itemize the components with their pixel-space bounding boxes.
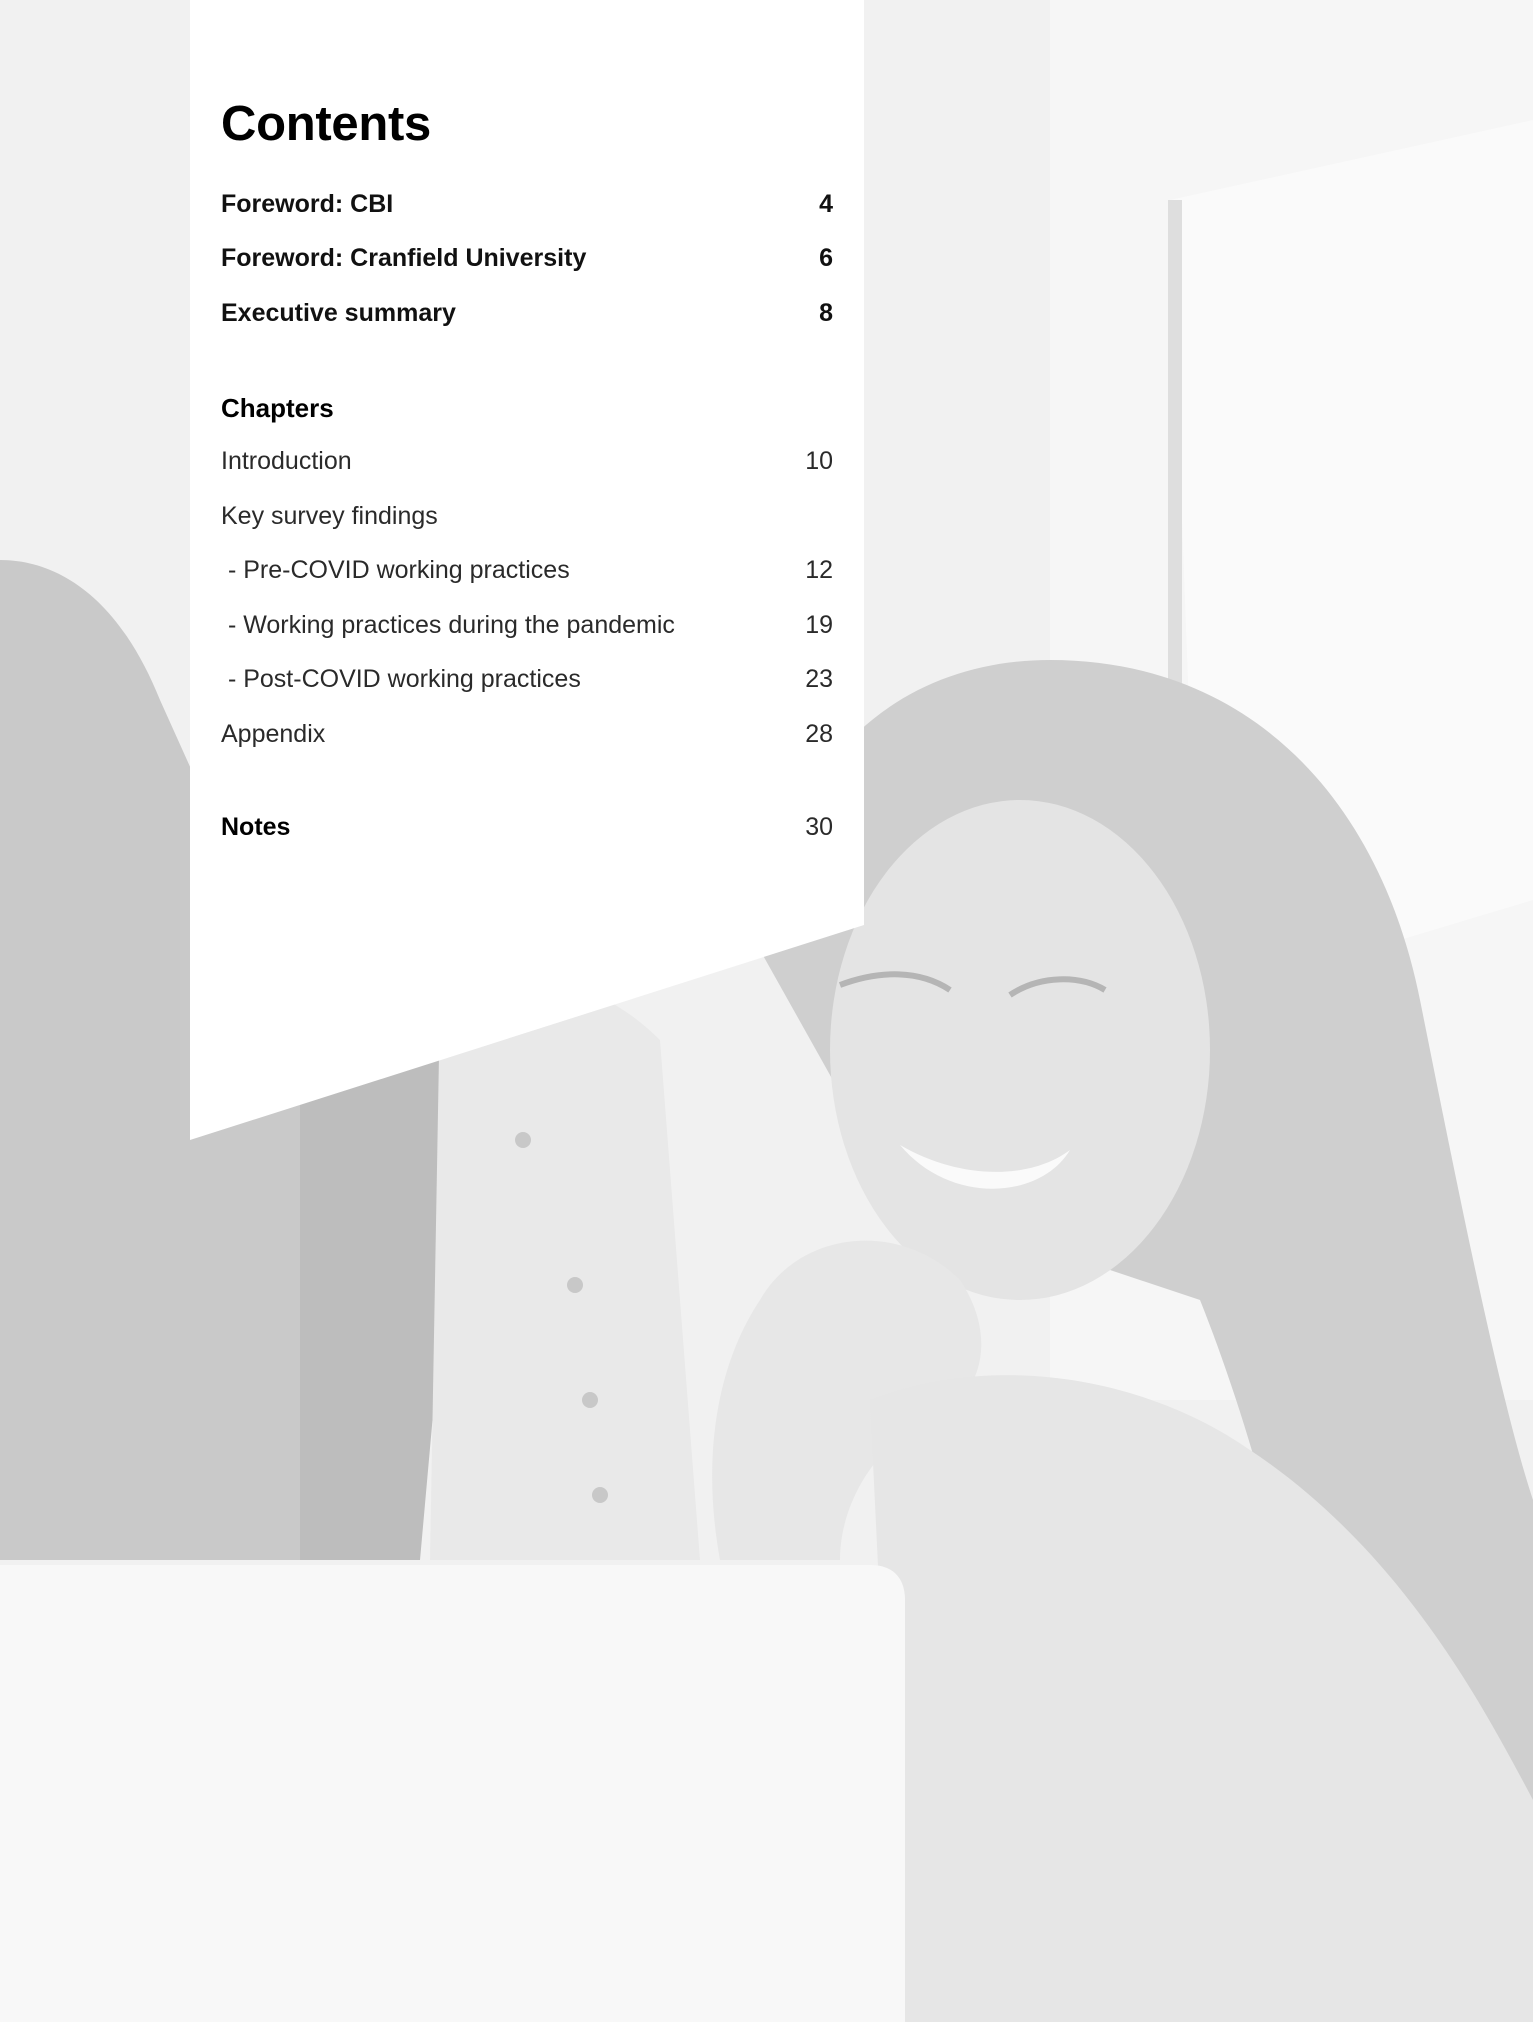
toc-entry-page: 10 bbox=[805, 447, 833, 475]
toc-entry-appendix[interactable]: Appendix 28 bbox=[221, 720, 833, 749]
toc-entry-page: 30 bbox=[805, 813, 833, 841]
toc-entry-notes[interactable]: Notes 30 bbox=[221, 813, 833, 842]
toc-entry-key-survey-findings[interactable]: Key survey findings bbox=[221, 502, 833, 531]
toc-entry-page: 23 bbox=[805, 665, 833, 693]
toc-entry-post-covid[interactable]: - Post-COVID working practices 23 bbox=[221, 665, 833, 694]
toc-entry-page: 12 bbox=[805, 556, 833, 584]
chapters-heading: Chapters bbox=[221, 393, 334, 423]
toc-entry-page: 4 bbox=[819, 190, 833, 218]
page-title: Contents bbox=[221, 97, 431, 151]
toc-entry-label: - Working practices during the pandemic bbox=[221, 611, 675, 639]
toc-entry-foreword-cranfield[interactable]: Foreword: Cranfield University 6 bbox=[221, 244, 833, 273]
toc-entry-label: Foreword: Cranfield University bbox=[221, 244, 587, 272]
toc-entry-page: 6 bbox=[819, 244, 833, 272]
toc-entry-page: 28 bbox=[805, 720, 833, 748]
toc-entry-label: Key survey findings bbox=[221, 502, 438, 530]
toc-entry-label: Appendix bbox=[221, 720, 326, 748]
toc-entry-label: Notes bbox=[221, 813, 291, 841]
toc-entry-during-pandemic[interactable]: - Working practices during the pandemic … bbox=[221, 611, 833, 640]
toc-entry-page: 19 bbox=[805, 611, 833, 639]
toc-entry-label: Introduction bbox=[221, 447, 352, 475]
toc-entry-introduction[interactable]: Introduction 10 bbox=[221, 447, 833, 476]
toc-entry-pre-covid[interactable]: - Pre-COVID working practices 12 bbox=[221, 556, 833, 585]
toc-entry-executive-summary[interactable]: Executive summary 8 bbox=[221, 299, 833, 328]
toc-entry-label: - Post-COVID working practices bbox=[221, 665, 581, 693]
toc-entry-label: Foreword: CBI bbox=[221, 190, 394, 218]
toc-entry-label: - Pre-COVID working practices bbox=[221, 556, 570, 584]
toc-entry-label: Executive summary bbox=[221, 299, 456, 327]
toc-entry-page: 8 bbox=[819, 299, 833, 327]
toc-entry-foreword-cbi[interactable]: Foreword: CBI 4 bbox=[221, 190, 833, 219]
